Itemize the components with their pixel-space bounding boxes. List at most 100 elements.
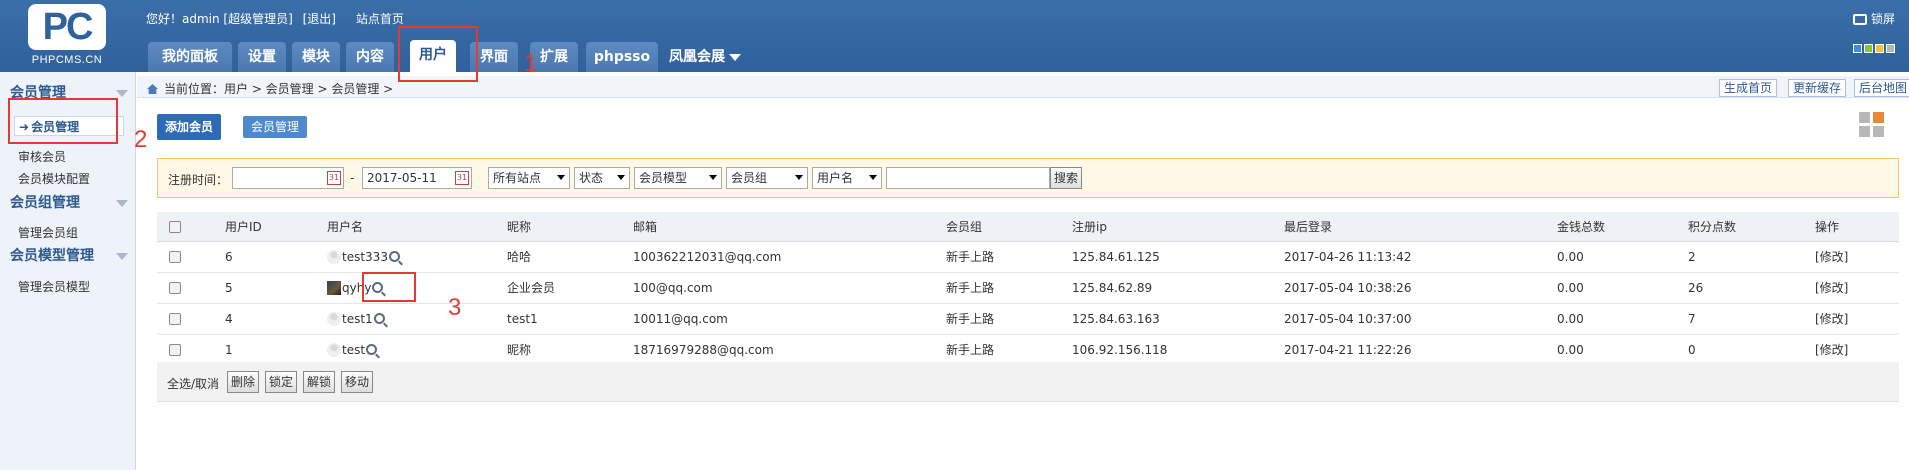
- sidebar-group-member-groups[interactable]: 会员组管理: [0, 192, 136, 214]
- avatar: [327, 312, 341, 326]
- cell-reg-ip: 125.84.61.125: [1072, 250, 1160, 264]
- avatar: [327, 281, 341, 295]
- delete-button[interactable]: 删除: [227, 371, 260, 393]
- site-select[interactable]: 所有站点: [488, 167, 570, 189]
- cell-nickname: 昵称: [507, 343, 532, 357]
- move-button[interactable]: 移动: [341, 371, 374, 393]
- calendar-icon[interactable]: 31: [327, 171, 341, 185]
- breadcrumb-text: 当前位置：用户 > 会员管理 > 会员管理 >: [164, 82, 394, 96]
- logo[interactable]: PC PHPCMS.CN: [22, 4, 112, 68]
- sidebar-group-member-models[interactable]: 会员模型管理: [0, 245, 136, 267]
- cell-money: 0.00: [1557, 312, 1584, 326]
- search-button[interactable]: 搜索: [1050, 167, 1083, 189]
- col-last-login: 最后登录: [1284, 220, 1333, 234]
- cell-reg-ip: 125.84.63.163: [1072, 312, 1160, 326]
- col-actions: 操作: [1815, 220, 1840, 234]
- layout-toggle-icon[interactable]: [1859, 112, 1885, 138]
- generate-home-button[interactable]: 生成首页: [1719, 79, 1778, 97]
- annotation-box-zoom-icon: [362, 272, 416, 302]
- row-checkbox[interactable]: [169, 313, 181, 325]
- app-window: PC PHPCMS.CN 您好！admin [超级管理员] [退出] 站点首页 …: [0, 0, 1909, 470]
- row-checkbox[interactable]: [169, 282, 181, 294]
- model-select[interactable]: 会员模型: [634, 167, 722, 189]
- row-checkbox[interactable]: [169, 251, 181, 263]
- chevron-down-icon: [709, 175, 717, 180]
- select-all-checkbox[interactable]: [169, 221, 181, 233]
- date-from-input[interactable]: 31: [232, 167, 344, 189]
- calendar-icon[interactable]: 31: [455, 171, 469, 185]
- edit-link[interactable]: [修改]: [1815, 242, 1848, 272]
- bulk-action-bar: 全选/取消 删除 锁定 解锁 移动: [157, 362, 1899, 402]
- lock-screen-button[interactable]: 锁屏: [1852, 10, 1895, 27]
- table-row: 6 哈哈 100362212031@qq.com 新手上路 125.84.61.125 2…: [157, 242, 1899, 273]
- cell-last-login: 2017-04-26 11:13:42: [1284, 250, 1412, 264]
- theme-swatch-blue[interactable]: [1853, 44, 1862, 53]
- tab-phpsso[interactable]: phpsso: [586, 42, 658, 72]
- tab-phoenix-expo[interactable]: 凤凰会展: [666, 42, 744, 72]
- col-username: 用户名: [327, 220, 364, 234]
- tab-content[interactable]: 内容: [346, 42, 394, 72]
- admin-map-button[interactable]: 后台地图: [1854, 79, 1909, 97]
- username-link[interactable]: test333: [342, 250, 388, 264]
- cell-username: test1: [327, 304, 385, 334]
- cell-group: 新手上路: [946, 343, 995, 357]
- tab-settings[interactable]: 设置: [238, 42, 286, 72]
- username-link[interactable]: test1: [342, 312, 373, 326]
- cell-reg-ip: 106.92.156.118: [1072, 343, 1168, 357]
- zoom-in-icon[interactable]: [373, 313, 385, 324]
- cell-group: 新手上路: [946, 312, 995, 326]
- unlock-button[interactable]: 解锁: [303, 371, 336, 393]
- col-user-id: 用户ID: [225, 220, 262, 234]
- add-member-button[interactable]: 添加会员: [157, 114, 222, 140]
- username-link[interactable]: test: [342, 343, 365, 357]
- status-select-value: 状态: [579, 171, 604, 185]
- tab-my-panel[interactable]: 我的面板: [148, 42, 232, 72]
- collapse-icon: [116, 200, 128, 207]
- sidebar-item-module-config[interactable]: 会员模块配置: [18, 170, 90, 187]
- date-to-input[interactable]: 2017-05-11 31: [362, 167, 472, 189]
- field-select[interactable]: 用户名: [812, 167, 882, 189]
- site-home-link[interactable]: 站点首页: [356, 12, 404, 26]
- grid-cell: [1859, 112, 1870, 123]
- sidebar-group-label: 会员模型管理: [10, 248, 94, 264]
- reg-time-label: 注册时间：: [168, 173, 229, 187]
- col-email: 邮箱: [633, 220, 658, 234]
- lock-button[interactable]: 锁定: [265, 371, 298, 393]
- member-mgmt-tab[interactable]: 会员管理: [243, 116, 308, 138]
- collapse-icon: [116, 253, 128, 260]
- group-select[interactable]: 会员组: [726, 167, 808, 189]
- field-select-value: 用户名: [817, 171, 854, 185]
- cell-user-id: 1: [225, 343, 233, 357]
- cell-money: 0.00: [1557, 281, 1584, 295]
- zoom-in-icon[interactable]: [366, 344, 378, 355]
- cell-username: test: [327, 335, 378, 365]
- edit-link[interactable]: [修改]: [1815, 273, 1848, 303]
- theme-swatch-yellow[interactable]: [1875, 44, 1884, 53]
- cell-points: 0: [1688, 343, 1696, 357]
- grid-cell: [1859, 126, 1870, 137]
- col-money: 金钱总数: [1557, 220, 1606, 234]
- cell-email: 18716979288@qq.com: [633, 343, 774, 357]
- theme-swatch-green[interactable]: [1864, 44, 1873, 53]
- col-nickname: 昵称: [507, 220, 532, 234]
- avatar: [327, 250, 341, 264]
- select-all-toggle[interactable]: 全选/取消: [167, 375, 219, 392]
- theme-swatch-gray[interactable]: [1886, 44, 1895, 53]
- sidebar-item-manage-groups[interactable]: 管理会员组: [18, 224, 78, 241]
- edit-link[interactable]: [修改]: [1815, 335, 1848, 365]
- sidebar-item-review-members[interactable]: 审核会员: [18, 148, 66, 165]
- keyword-input[interactable]: [886, 167, 1050, 189]
- tab-modules[interactable]: 模块: [292, 42, 340, 72]
- logo-mark-text: PC: [42, 6, 94, 48]
- cell-last-login: 2017-04-21 11:22:26: [1284, 343, 1412, 357]
- cell-user-id: 5: [225, 281, 233, 295]
- edit-link[interactable]: [修改]: [1815, 304, 1848, 334]
- zoom-in-icon[interactable]: [388, 251, 400, 262]
- cell-email: 100362212031@qq.com: [633, 250, 782, 264]
- logout-link[interactable]: [退出]: [303, 12, 336, 26]
- update-cache-button[interactable]: 更新缓存: [1788, 79, 1847, 97]
- sidebar-item-manage-models[interactable]: 管理会员模型: [18, 278, 90, 295]
- status-select[interactable]: 状态: [574, 167, 630, 189]
- table-header-row: 用户ID 用户名 昵称 邮箱 会员组 注册ip 最后登录 金钱总数 积分点数 操…: [157, 212, 1899, 242]
- row-checkbox[interactable]: [169, 344, 181, 356]
